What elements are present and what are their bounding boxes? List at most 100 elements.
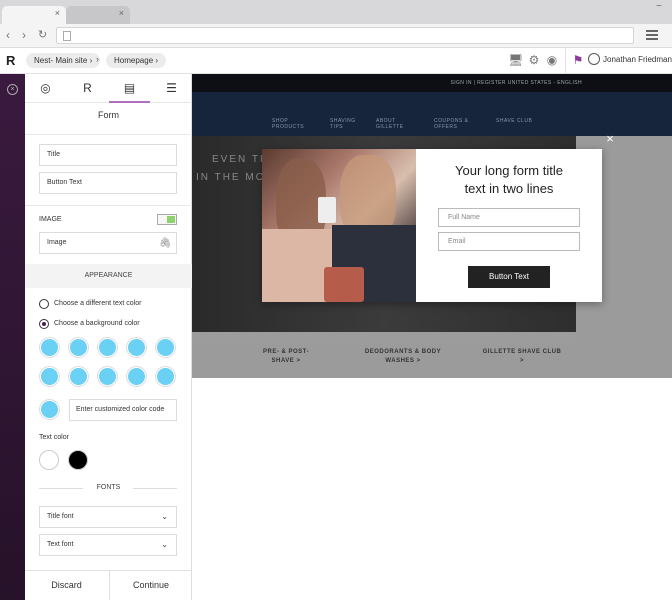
color-swatch[interactable] bbox=[127, 338, 146, 357]
editor-side-strip: × bbox=[0, 74, 25, 600]
user-name[interactable]: Jonathan Friedman bbox=[603, 55, 672, 64]
close-panel-icon[interactable]: × bbox=[7, 84, 18, 95]
hero-text-line: IN THE MO bbox=[196, 172, 266, 183]
breadcrumb-page[interactable]: Homepage › bbox=[106, 53, 167, 68]
panel-tabs: ◎ R ▤ ☰ bbox=[25, 74, 192, 103]
discard-button[interactable]: Discard bbox=[25, 571, 108, 600]
layers-icon: ☰ bbox=[166, 81, 177, 95]
page-icon bbox=[63, 31, 71, 41]
app-logo-icon[interactable]: R bbox=[6, 54, 20, 68]
appearance-header: APPEARANCE bbox=[25, 264, 192, 288]
image-label: IMAGE bbox=[39, 216, 62, 223]
site-top-links: SIGN IN | REGISTER UNITED STATES - ENGLI… bbox=[450, 80, 582, 86]
button-text-field[interactable]: Button Text bbox=[39, 172, 177, 194]
site-nav-item: SHOP PRODUCTS bbox=[272, 118, 305, 130]
radio-background-color-label[interactable]: Choose a background color bbox=[54, 320, 140, 327]
back-icon[interactable]: ‹ bbox=[6, 28, 10, 42]
continue-button[interactable]: Continue bbox=[109, 571, 192, 600]
paperclip-icon[interactable]: 🖇 bbox=[159, 238, 172, 249]
divider bbox=[133, 488, 177, 489]
radio-text-color[interactable] bbox=[39, 299, 49, 309]
avatar[interactable] bbox=[588, 53, 600, 65]
browser-tab-bar: × × − bbox=[0, 0, 672, 24]
popup-close-icon[interactable]: × bbox=[604, 132, 616, 145]
color-swatch[interactable] bbox=[69, 338, 88, 357]
custom-color-input[interactable]: Enter customized color code bbox=[69, 399, 177, 421]
close-tab-icon[interactable]: × bbox=[119, 8, 124, 18]
eye-preview-icon[interactable]: ◉ bbox=[545, 53, 559, 67]
color-swatch[interactable] bbox=[40, 400, 59, 419]
tab-content[interactable]: ▤ bbox=[109, 74, 150, 103]
url-input[interactable] bbox=[56, 27, 634, 44]
chevron-right-icon: › bbox=[96, 54, 99, 64]
chevron-down-icon: ⌄ bbox=[161, 512, 168, 521]
color-swatch[interactable] bbox=[156, 367, 175, 386]
category-link: DEODORANTS & BODY WASHES > bbox=[364, 349, 442, 364]
popup-image bbox=[262, 149, 416, 302]
title-font-label: Title font bbox=[47, 513, 74, 520]
window-minimize-icon[interactable]: − bbox=[656, 2, 666, 12]
full-name-input[interactable]: Full Name bbox=[438, 208, 580, 227]
site-nav-item: SHAVE CLUB bbox=[496, 118, 533, 124]
popup-title-line: Your long form title bbox=[455, 163, 563, 178]
form-popup: Your long form title text in two lines F… bbox=[262, 149, 602, 302]
text-font-label: Text font bbox=[47, 541, 74, 548]
text-color-label: Text color bbox=[39, 434, 69, 441]
radio-text-color-label[interactable]: Choose a different text color bbox=[54, 300, 141, 307]
address-bar: ‹ › ↻ bbox=[0, 24, 672, 48]
hero-text-line: EVEN TH bbox=[212, 154, 270, 165]
email-input[interactable]: Email bbox=[438, 232, 580, 251]
color-swatch[interactable] bbox=[127, 367, 146, 386]
breadcrumb-page-label: Homepage bbox=[114, 56, 154, 65]
color-swatch[interactable] bbox=[40, 367, 59, 386]
site-top-bar: SIGN IN | REGISTER UNITED STATES - ENGLI… bbox=[192, 74, 672, 92]
popup-title: Your long form title text in two lines bbox=[426, 162, 592, 198]
brand-logo-icon: R bbox=[83, 81, 92, 95]
category-link: PRE- & POST- SHAVE > bbox=[262, 349, 309, 364]
browser-menu-icon[interactable] bbox=[646, 30, 658, 40]
editor-toolbar: R Nest- Main site › › Homepage › 🖥 ⚙ ◉ ⚑… bbox=[0, 48, 672, 74]
site-categories: PRE- & POST- SHAVE > DEODORANTS & BODY W… bbox=[192, 342, 576, 378]
popup-submit-button[interactable]: Button Text bbox=[468, 266, 550, 288]
browser-tab-active[interactable]: × bbox=[2, 6, 66, 24]
panel-title: Form bbox=[98, 110, 119, 120]
panel-footer: Discard Continue bbox=[25, 570, 192, 600]
reload-icon[interactable]: ↻ bbox=[38, 28, 47, 42]
color-swatch[interactable] bbox=[98, 338, 117, 357]
site-nav: SHOP PRODUCTS SHAVING TIPS ABOUT GILLETT… bbox=[192, 92, 672, 136]
image-toggle[interactable] bbox=[157, 214, 177, 225]
browser-tab[interactable]: × bbox=[66, 6, 130, 24]
chevron-down-icon: ⌄ bbox=[161, 540, 168, 549]
site-nav-item: SHAVING TIPS bbox=[330, 118, 356, 130]
site-nav-item: ABOUT GILLETTE bbox=[376, 118, 404, 130]
title-font-select[interactable]: Title font ⌄ bbox=[39, 506, 177, 528]
category-link: GILLETTE SHAVE CLUB > bbox=[482, 349, 562, 364]
radio-background-color[interactable] bbox=[39, 319, 49, 329]
color-swatch[interactable] bbox=[156, 338, 175, 357]
color-swatch[interactable] bbox=[40, 338, 59, 357]
divider bbox=[25, 134, 192, 135]
breadcrumb-site[interactable]: Nest- Main site › bbox=[26, 53, 101, 68]
title-field[interactable]: Title bbox=[39, 144, 177, 166]
image-field[interactable]: Image bbox=[39, 232, 177, 254]
tab-brand[interactable]: R bbox=[67, 74, 108, 103]
text-font-select[interactable]: Text font ⌄ bbox=[39, 534, 177, 556]
site-nav-item: COUPONS & OFFERS bbox=[434, 118, 469, 130]
target-icon: ◎ bbox=[40, 81, 51, 95]
breadcrumb-site-label: Nest- Main site bbox=[34, 56, 88, 65]
desktop-preview-icon[interactable]: 🖥 bbox=[508, 53, 523, 67]
popup-title-line: text in two lines bbox=[464, 181, 554, 196]
tab-layers[interactable]: ☰ bbox=[151, 74, 192, 103]
flag-icon[interactable]: ⚑ bbox=[571, 53, 585, 67]
color-swatch[interactable] bbox=[98, 367, 117, 386]
color-swatch[interactable] bbox=[69, 367, 88, 386]
settings-gear-icon[interactable]: ⚙ bbox=[527, 53, 541, 67]
text-color-white[interactable] bbox=[39, 450, 59, 470]
tab-target[interactable]: ◎ bbox=[25, 74, 66, 103]
text-color-black[interactable] bbox=[68, 450, 88, 470]
close-tab-icon[interactable]: × bbox=[55, 8, 60, 18]
divider bbox=[25, 205, 192, 206]
document-icon: ▤ bbox=[123, 81, 136, 95]
forward-icon[interactable]: › bbox=[22, 28, 26, 42]
form-settings-panel: ◎ R ▤ ☰ Form Title Button Text IMAGE Ima… bbox=[25, 74, 192, 600]
